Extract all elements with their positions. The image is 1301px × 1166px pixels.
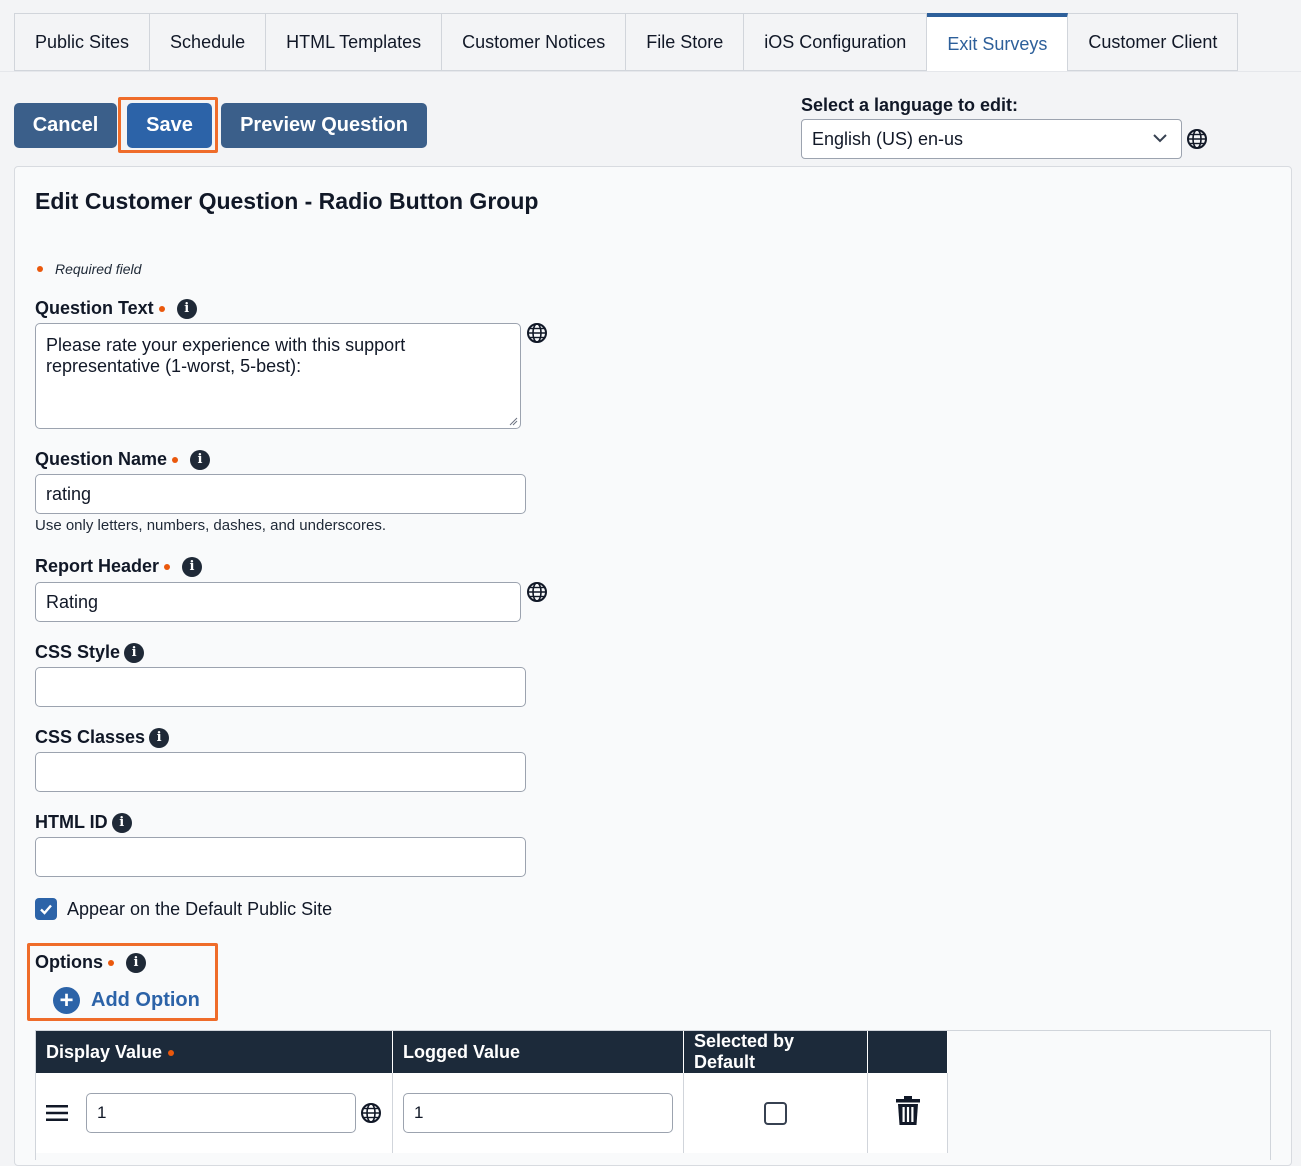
required-note: Required field (35, 261, 141, 277)
column-header-logged-value: Logged Value (392, 1031, 684, 1073)
tab-exit-surveys[interactable]: Exit Surveys (927, 13, 1069, 71)
question-name-input[interactable]: rating (35, 474, 526, 514)
report-header-label-text: Report Header (35, 556, 160, 576)
column-header-display-value: Display Value (36, 1031, 393, 1073)
logged-value-cell: 1 (392, 1073, 684, 1153)
add-option-button[interactable]: + Add Option (53, 987, 200, 1014)
question-name-help: Use only letters, numbers, dashes, and u… (35, 517, 387, 534)
language-select[interactable]: English (US) en-us (801, 119, 1182, 159)
display-value-input[interactable]: 1 (86, 1093, 356, 1133)
question-name-value: rating (46, 483, 92, 504)
info-icon[interactable]: i (126, 952, 146, 973)
report-header-label: Report Header i (35, 556, 203, 577)
add-option-label: Add Option (91, 989, 200, 1011)
save-button[interactable]: Save (127, 103, 212, 148)
css-classes-label-text: CSS Classes (35, 727, 146, 747)
options-table-container: Display Value Logged Value Selected by D… (35, 1030, 1271, 1160)
html-id-input[interactable] (35, 837, 526, 877)
chevron-down-icon (1153, 134, 1167, 143)
globe-icon[interactable] (360, 1102, 382, 1124)
selected-default-cell (683, 1073, 868, 1153)
question-text-label-text: Question Text (35, 298, 154, 318)
html-id-label: HTML ID i (35, 812, 132, 833)
report-header-value: Rating (46, 591, 99, 612)
question-text-label: Question Text i (35, 298, 197, 319)
options-label-text: Options (35, 952, 103, 972)
css-classes-input[interactable] (35, 752, 526, 792)
options-table: Display Value Logged Value Selected by D… (36, 1031, 948, 1153)
html-id-label-text: HTML ID (35, 812, 108, 832)
required-dot (164, 563, 171, 570)
tab-file-store[interactable]: File Store (626, 13, 745, 71)
globe-icon[interactable] (526, 322, 548, 344)
info-icon[interactable]: i (176, 298, 197, 319)
globe-icon[interactable] (1186, 128, 1208, 150)
tab-customer-notices[interactable]: Customer Notices (442, 13, 627, 71)
appear-default-row: Appear on the Default Public Site (35, 898, 332, 920)
edit-question-panel (14, 166, 1292, 1166)
question-text-value: Please rate your experience with this su… (46, 335, 406, 376)
tabs-divider (0, 71, 1301, 72)
required-dot (37, 266, 43, 272)
appear-default-label: Appear on the Default Public Site (67, 898, 333, 919)
info-icon[interactable]: i (182, 556, 203, 577)
info-icon[interactable]: i (190, 449, 211, 470)
css-style-input[interactable] (35, 667, 526, 707)
table-header-row: Display Value Logged Value Selected by D… (36, 1031, 948, 1073)
css-style-label-text: CSS Style (35, 642, 121, 662)
required-dot (172, 456, 179, 463)
logged-value-input[interactable]: 1 (403, 1093, 673, 1133)
css-classes-label: CSS Classes i (35, 727, 170, 748)
info-icon[interactable]: i (149, 727, 170, 748)
plus-circle-icon: + (53, 987, 80, 1014)
tab-schedule[interactable]: Schedule (150, 13, 267, 71)
column-header-selected-default: Selected by Default (683, 1031, 868, 1073)
tab-public-sites[interactable]: Public Sites (14, 13, 151, 71)
table-row: 1 1 (36, 1073, 948, 1153)
language-label: Select a language to edit: (801, 95, 1019, 115)
page-title: Edit Customer Question - Radio Button Gr… (35, 188, 539, 214)
tab-customer-client[interactable]: Customer Client (1068, 13, 1239, 71)
cancel-button[interactable]: Cancel (14, 103, 117, 148)
appear-default-checkbox[interactable] (35, 898, 57, 920)
selected-default-checkbox[interactable] (764, 1101, 787, 1125)
tab-html-templates[interactable]: HTML Templates (266, 13, 443, 71)
css-style-label: CSS Style i (35, 642, 145, 663)
report-header-input[interactable]: Rating (35, 582, 521, 622)
question-name-label: Question Name i (35, 449, 211, 470)
required-note-text: Required field (55, 261, 142, 277)
trash-icon[interactable] (895, 1095, 921, 1126)
info-icon[interactable]: i (124, 642, 145, 663)
language-selected-value: English (US) en-us (812, 128, 964, 149)
globe-icon[interactable] (526, 581, 548, 603)
display-value-cell: 1 (36, 1073, 393, 1153)
tab-bar: Public Sites Schedule HTML Templates Cus… (14, 13, 1239, 71)
column-header-actions (867, 1031, 948, 1073)
info-icon[interactable]: i (111, 812, 132, 833)
resize-handle-icon[interactable] (508, 416, 518, 426)
actions-cell (867, 1073, 948, 1153)
question-text-input[interactable]: Please rate your experience with this su… (35, 323, 521, 429)
required-dot (158, 305, 165, 312)
question-name-label-text: Question Name (35, 449, 168, 469)
preview-question-button[interactable]: Preview Question (221, 103, 427, 148)
required-dot (168, 1049, 175, 1056)
tab-ios-configuration[interactable]: iOS Configuration (744, 13, 928, 71)
options-label: Options i (35, 952, 146, 973)
checkmark-icon (40, 904, 52, 915)
drag-handle-icon[interactable] (46, 1104, 68, 1122)
required-dot (108, 959, 114, 966)
